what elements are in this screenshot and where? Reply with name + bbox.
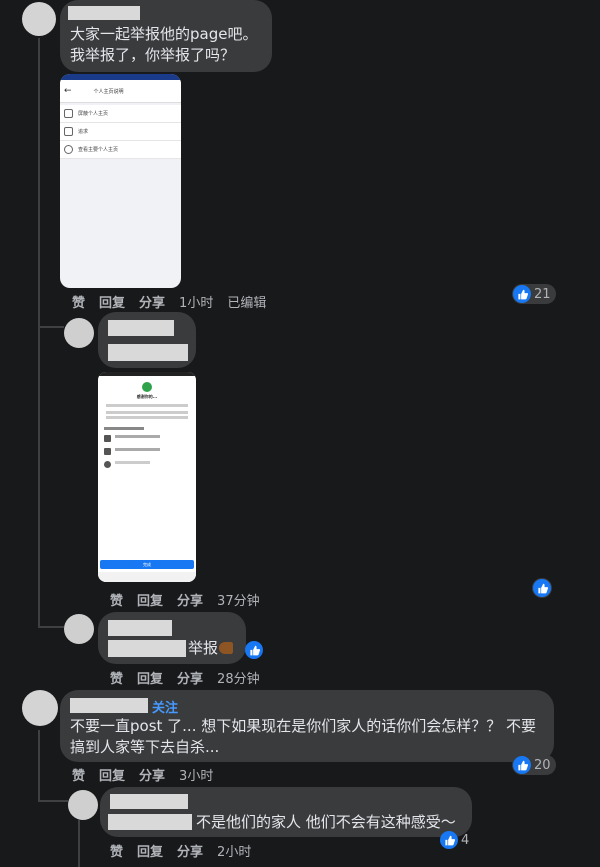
menu-item: 查看主要个人主页 — [60, 141, 181, 159]
like-button[interactable]: 赞 — [110, 668, 123, 687]
thread-connector — [38, 326, 64, 328]
comment-actions: 赞 回复 分享 1小时 已编辑 — [72, 292, 266, 311]
share-button[interactable]: 分享 — [177, 841, 203, 860]
share-button[interactable]: 分享 — [177, 668, 203, 687]
like-icon — [533, 579, 551, 597]
avatar[interactable] — [64, 614, 94, 644]
timestamp[interactable]: 3小时 — [179, 765, 213, 784]
reply-button[interactable]: 回复 — [137, 841, 163, 860]
reply-text-redacted — [108, 814, 192, 830]
reply-button[interactable]: 回复 — [99, 765, 125, 784]
author-name-redacted[interactable] — [108, 620, 172, 636]
reaction-badge[interactable]: 21 — [512, 284, 556, 304]
avatar[interactable] — [22, 2, 56, 36]
comment-actions: 赞 回复 分享 3小时 — [72, 765, 213, 784]
comment-actions: 赞 回复 分享 37分钟 — [110, 590, 260, 609]
like-icon — [440, 831, 458, 849]
reply-text: 不是他们的家人 他们不会有这种感受～ — [196, 813, 456, 831]
avatar[interactable] — [22, 690, 58, 726]
comment-actions: 赞 回复 分享 28分钟 — [110, 668, 260, 687]
reaction-badge[interactable]: 4 — [440, 831, 469, 849]
reaction-count: 21 — [534, 286, 551, 302]
timestamp[interactable]: 28分钟 — [217, 668, 260, 687]
like-button[interactable]: 赞 — [72, 292, 85, 311]
avatar[interactable] — [68, 790, 98, 820]
reaction-badge[interactable] — [532, 578, 552, 598]
reaction-count: 4 — [461, 832, 470, 848]
attached-screenshot[interactable]: ← 个人主页说明 屏蔽个人主页 追求 查看主要个人主页 — [60, 74, 181, 288]
author-name-redacted[interactable] — [108, 320, 174, 336]
author-name-redacted[interactable] — [70, 698, 148, 713]
like-icon — [513, 285, 531, 303]
back-arrow-icon[interactable]: ← — [64, 86, 72, 96]
reaction-badge[interactable] — [244, 640, 264, 660]
share-button[interactable]: 分享 — [139, 765, 165, 784]
author-name-redacted[interactable] — [110, 794, 188, 809]
comment-actions: 赞 回复 分享 2小时 — [110, 841, 251, 860]
comment-text: 不要一直post 了... 想下如果现在是你们家人的话你们会怎样？？ 不要 — [70, 717, 537, 735]
comment-text: 我举报了，你举报了吗？ — [70, 46, 236, 64]
reaction-count: 20 — [534, 757, 551, 773]
screenshot-header-title: 个人主页说明 — [93, 88, 124, 95]
reply-text-redacted — [108, 640, 186, 657]
reply-button[interactable]: 回复 — [137, 590, 163, 609]
avatar[interactable] — [64, 318, 94, 348]
author-name-redacted[interactable] — [68, 6, 140, 20]
like-button[interactable]: 赞 — [110, 841, 123, 860]
screenshot-title: 感谢你的... — [136, 394, 158, 399]
like-icon — [245, 641, 263, 659]
reply-button[interactable]: 回复 — [99, 292, 125, 311]
timestamp[interactable]: 1小时 — [179, 292, 213, 311]
reply-text: 举报 — [188, 638, 234, 659]
timestamp[interactable]: 2小时 — [217, 841, 251, 860]
reply-text-redacted — [108, 344, 188, 361]
share-button[interactable]: 分享 — [177, 590, 203, 609]
like-icon — [513, 756, 531, 774]
menu-item: 屏蔽个人主页 — [60, 105, 181, 123]
timestamp[interactable]: 37分钟 — [217, 590, 260, 609]
flex-emoji-icon — [219, 642, 234, 654]
thread-line — [38, 38, 40, 626]
comment-text: 搞到人家等下去自杀... — [70, 738, 220, 756]
follow-link[interactable]: 关注 — [152, 697, 178, 716]
attached-screenshot[interactable]: 感谢你的... 完成 — [98, 372, 196, 582]
reaction-badge[interactable]: 20 — [512, 755, 556, 775]
like-button[interactable]: 赞 — [72, 765, 85, 784]
like-button[interactable]: 赞 — [110, 590, 123, 609]
reply-button[interactable]: 回复 — [137, 668, 163, 687]
edited-label: 已编辑 — [227, 296, 267, 311]
comment-text: 大家一起举报他的page吧。 — [70, 25, 258, 43]
menu-item: 追求 — [60, 123, 181, 141]
thread-line — [38, 730, 40, 800]
share-button[interactable]: 分享 — [139, 292, 165, 311]
thread-line — [78, 820, 80, 867]
screenshot-done-button: 完成 — [100, 560, 194, 569]
thread-connector — [38, 800, 68, 802]
thread-connector — [38, 626, 64, 628]
